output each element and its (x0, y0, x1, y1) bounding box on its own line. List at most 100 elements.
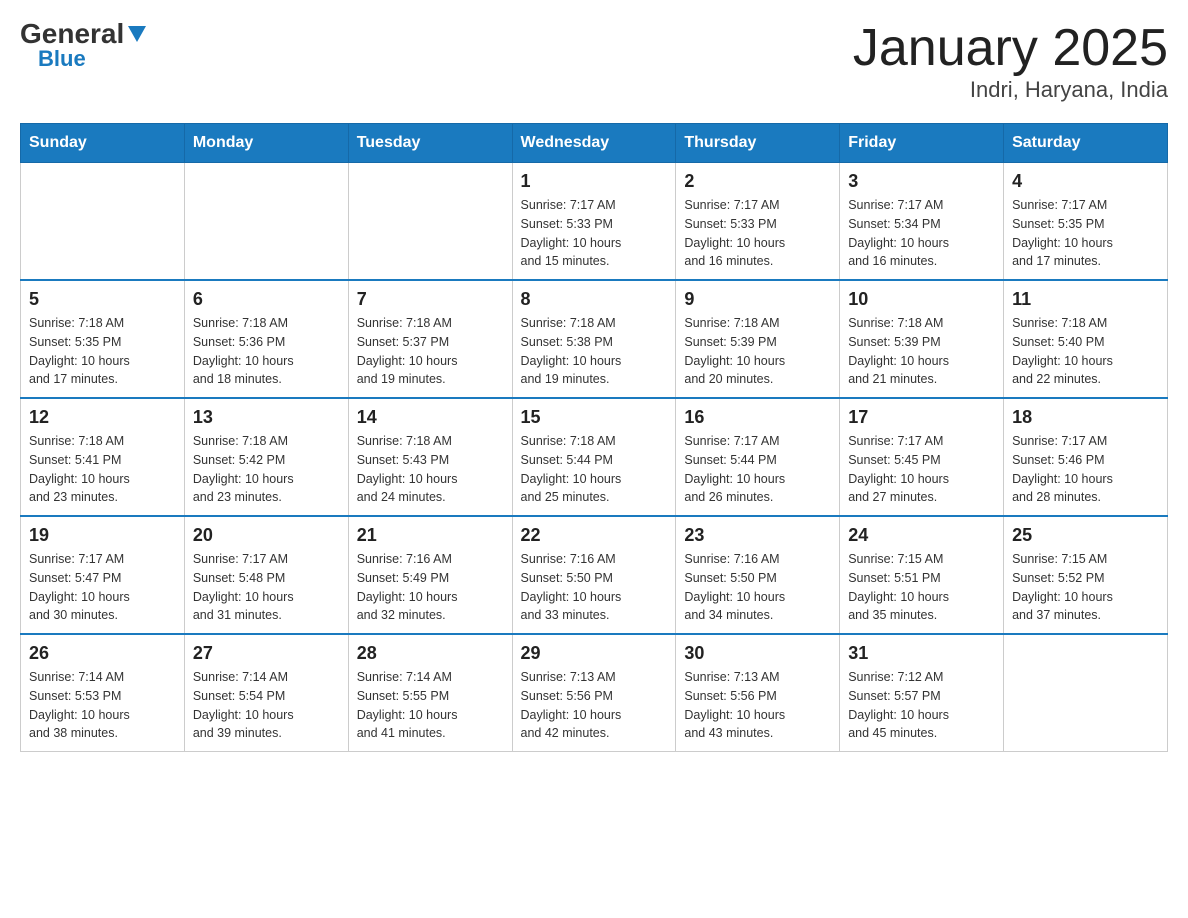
day-info: Sunrise: 7:18 AMSunset: 5:38 PMDaylight:… (521, 314, 668, 389)
table-row: 23 Sunrise: 7:16 AMSunset: 5:50 PMDayligh… (676, 516, 840, 634)
table-row: 2 Sunrise: 7:17 AMSunset: 5:33 PMDaylight… (676, 163, 840, 281)
day-number: 19 (29, 525, 176, 546)
logo-general: General (20, 18, 146, 49)
table-row (21, 163, 185, 281)
title-block: January 2025 Indri, Haryana, India (853, 20, 1168, 103)
col-friday: Friday (840, 124, 1004, 163)
col-tuesday: Tuesday (348, 124, 512, 163)
logo: General Blue (20, 20, 146, 70)
day-number: 31 (848, 643, 995, 664)
table-row: 10 Sunrise: 7:18 AMSunset: 5:39 PMDayligh… (840, 280, 1004, 398)
day-info: Sunrise: 7:16 AMSunset: 5:49 PMDaylight:… (357, 550, 504, 625)
table-row: 19 Sunrise: 7:17 AMSunset: 5:47 PMDayligh… (21, 516, 185, 634)
table-row (348, 163, 512, 281)
table-row: 15 Sunrise: 7:18 AMSunset: 5:44 PMDayligh… (512, 398, 676, 516)
calendar-header-row: Sunday Monday Tuesday Wednesday Thursday… (21, 124, 1168, 163)
calendar-week-row: 26 Sunrise: 7:14 AMSunset: 5:53 PMDayligh… (21, 634, 1168, 752)
day-info: Sunrise: 7:17 AMSunset: 5:47 PMDaylight:… (29, 550, 176, 625)
day-number: 22 (521, 525, 668, 546)
day-number: 14 (357, 407, 504, 428)
day-info: Sunrise: 7:17 AMSunset: 5:33 PMDaylight:… (684, 196, 831, 271)
day-info: Sunrise: 7:18 AMSunset: 5:44 PMDaylight:… (521, 432, 668, 507)
day-info: Sunrise: 7:17 AMSunset: 5:46 PMDaylight:… (1012, 432, 1159, 507)
day-number: 3 (848, 171, 995, 192)
day-number: 11 (1012, 289, 1159, 310)
table-row: 22Sunrise: 7:16 AMSunset: 5:50 PMDayligh… (512, 516, 676, 634)
logo-text: General (20, 20, 146, 48)
day-number: 29 (521, 643, 668, 664)
table-row: 24Sunrise: 7:15 AMSunset: 5:51 PMDayligh… (840, 516, 1004, 634)
day-number: 18 (1012, 407, 1159, 428)
table-row: 25Sunrise: 7:15 AMSunset: 5:52 PMDayligh… (1004, 516, 1168, 634)
day-info: Sunrise: 7:16 AMSunset: 5:50 PMDaylight:… (684, 550, 831, 625)
day-info: Sunrise: 7:17 AMSunset: 5:48 PMDaylight:… (193, 550, 340, 625)
table-row: 7 Sunrise: 7:18 AMSunset: 5:37 PMDaylight… (348, 280, 512, 398)
month-title: January 2025 (853, 20, 1168, 77)
table-row (184, 163, 348, 281)
day-info: Sunrise: 7:14 AMSunset: 5:53 PMDaylight:… (29, 668, 176, 743)
day-info: Sunrise: 7:13 AMSunset: 5:56 PMDaylight:… (521, 668, 668, 743)
day-number: 4 (1012, 171, 1159, 192)
table-row: 5 Sunrise: 7:18 AMSunset: 5:35 PMDaylight… (21, 280, 185, 398)
table-row: 11Sunrise: 7:18 AMSunset: 5:40 PMDayligh… (1004, 280, 1168, 398)
day-number: 5 (29, 289, 176, 310)
day-number: 24 (848, 525, 995, 546)
table-row: 13 Sunrise: 7:18 AMSunset: 5:42 PMDayligh… (184, 398, 348, 516)
day-number: 30 (684, 643, 831, 664)
day-number: 6 (193, 289, 340, 310)
table-row: 4 Sunrise: 7:17 AMSunset: 5:35 PMDaylight… (1004, 163, 1168, 281)
col-monday: Monday (184, 124, 348, 163)
day-info: Sunrise: 7:12 AMSunset: 5:57 PMDaylight:… (848, 668, 995, 743)
day-info: Sunrise: 7:18 AMSunset: 5:35 PMDaylight:… (29, 314, 176, 389)
day-number: 13 (193, 407, 340, 428)
calendar-week-row: 19 Sunrise: 7:17 AMSunset: 5:47 PMDayligh… (21, 516, 1168, 634)
day-info: Sunrise: 7:18 AMSunset: 5:41 PMDaylight:… (29, 432, 176, 507)
day-info: Sunrise: 7:18 AMSunset: 5:39 PMDaylight:… (684, 314, 831, 389)
table-row: 12Sunrise: 7:18 AMSunset: 5:41 PMDayligh… (21, 398, 185, 516)
day-number: 23 (684, 525, 831, 546)
day-number: 8 (521, 289, 668, 310)
table-row: 18 Sunrise: 7:17 AMSunset: 5:46 PMDayligh… (1004, 398, 1168, 516)
table-row: 29 Sunrise: 7:13 AMSunset: 5:56 PMDayligh… (512, 634, 676, 752)
day-info: Sunrise: 7:18 AMSunset: 5:37 PMDaylight:… (357, 314, 504, 389)
table-row: 14 Sunrise: 7:18 AMSunset: 5:43 PMDayligh… (348, 398, 512, 516)
table-row: 26 Sunrise: 7:14 AMSunset: 5:53 PMDayligh… (21, 634, 185, 752)
day-info: Sunrise: 7:18 AMSunset: 5:39 PMDaylight:… (848, 314, 995, 389)
day-number: 9 (684, 289, 831, 310)
day-info: Sunrise: 7:18 AMSunset: 5:43 PMDaylight:… (357, 432, 504, 507)
calendar-week-row: 5 Sunrise: 7:18 AMSunset: 5:35 PMDaylight… (21, 280, 1168, 398)
day-info: Sunrise: 7:18 AMSunset: 5:42 PMDaylight:… (193, 432, 340, 507)
table-row: 20Sunrise: 7:17 AMSunset: 5:48 PMDayligh… (184, 516, 348, 634)
table-row: 27Sunrise: 7:14 AMSunset: 5:54 PMDayligh… (184, 634, 348, 752)
day-info: Sunrise: 7:17 AMSunset: 5:33 PMDaylight:… (521, 196, 668, 271)
calendar-week-row: 1 Sunrise: 7:17 AMSunset: 5:33 PMDaylight… (21, 163, 1168, 281)
day-number: 21 (357, 525, 504, 546)
calendar-table: Sunday Monday Tuesday Wednesday Thursday… (20, 123, 1168, 752)
day-number: 7 (357, 289, 504, 310)
table-row: 9 Sunrise: 7:18 AMSunset: 5:39 PMDaylight… (676, 280, 840, 398)
table-row: 6 Sunrise: 7:18 AMSunset: 5:36 PMDaylight… (184, 280, 348, 398)
col-sunday: Sunday (21, 124, 185, 163)
day-info: Sunrise: 7:17 AMSunset: 5:44 PMDaylight:… (684, 432, 831, 507)
table-row: 30Sunrise: 7:13 AMSunset: 5:56 PMDayligh… (676, 634, 840, 752)
day-info: Sunrise: 7:14 AMSunset: 5:54 PMDaylight:… (193, 668, 340, 743)
table-row (1004, 634, 1168, 752)
page-header: General Blue January 2025 Indri, Haryana… (20, 20, 1168, 103)
day-number: 1 (521, 171, 668, 192)
day-number: 17 (848, 407, 995, 428)
day-number: 2 (684, 171, 831, 192)
day-info: Sunrise: 7:17 AMSunset: 5:34 PMDaylight:… (848, 196, 995, 271)
logo-triangle-icon (128, 26, 146, 42)
table-row: 3 Sunrise: 7:17 AMSunset: 5:34 PMDaylight… (840, 163, 1004, 281)
day-info: Sunrise: 7:17 AMSunset: 5:35 PMDaylight:… (1012, 196, 1159, 271)
day-number: 10 (848, 289, 995, 310)
table-row: 17Sunrise: 7:17 AMSunset: 5:45 PMDayligh… (840, 398, 1004, 516)
day-number: 15 (521, 407, 668, 428)
day-info: Sunrise: 7:15 AMSunset: 5:52 PMDaylight:… (1012, 550, 1159, 625)
table-row: 1 Sunrise: 7:17 AMSunset: 5:33 PMDaylight… (512, 163, 676, 281)
day-info: Sunrise: 7:18 AMSunset: 5:36 PMDaylight:… (193, 314, 340, 389)
day-number: 26 (29, 643, 176, 664)
calendar-week-row: 12Sunrise: 7:18 AMSunset: 5:41 PMDayligh… (21, 398, 1168, 516)
col-thursday: Thursday (676, 124, 840, 163)
logo-blue: Blue (38, 48, 86, 70)
